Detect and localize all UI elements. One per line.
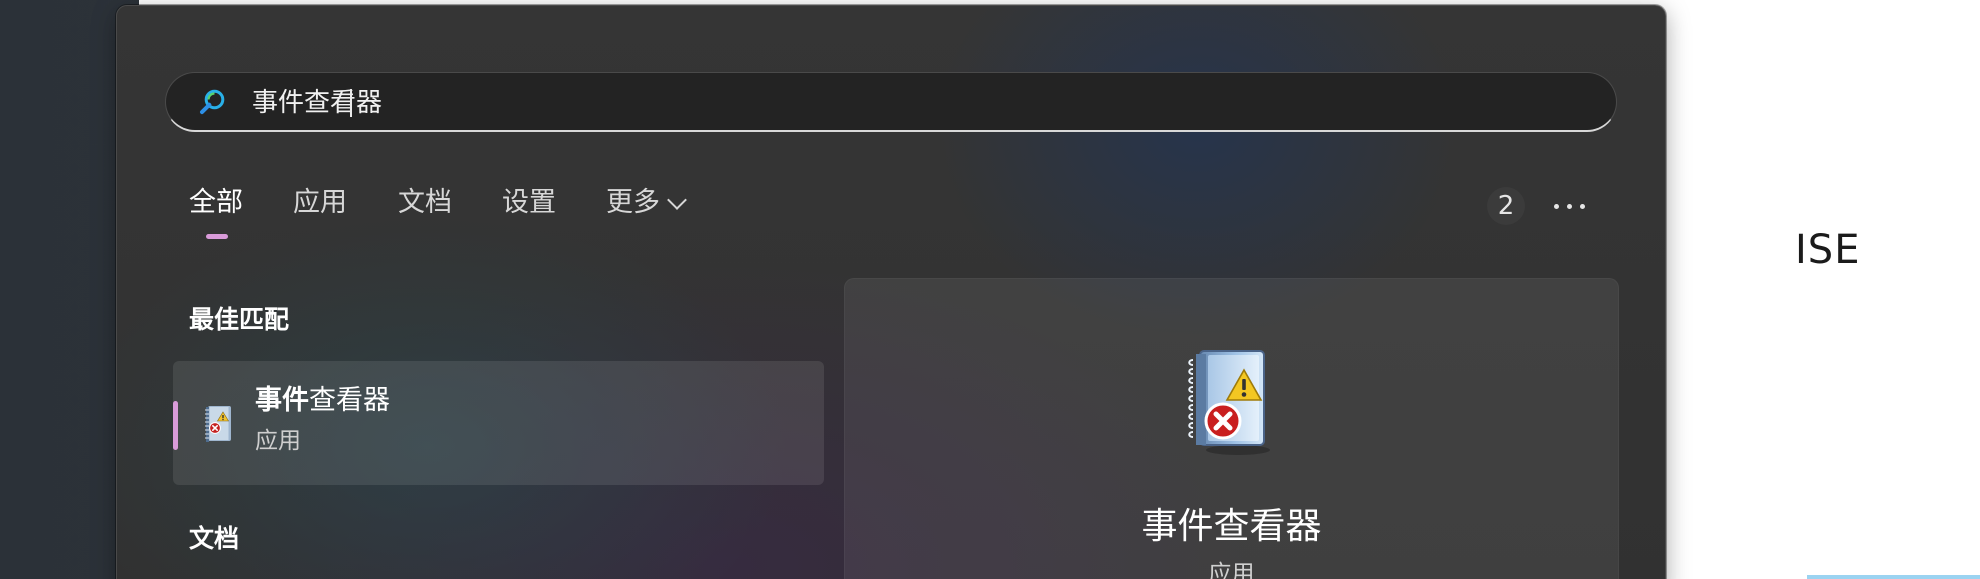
best-match-title-highlight: 事件 [255, 385, 309, 416]
search-filter-tabs: 全部 应用 文档 设置 更多 [189, 186, 789, 244]
more-options-icon [1567, 204, 1572, 209]
event-viewer-icon [1188, 350, 1270, 455]
details-subtitle: 应用 [1208, 561, 1255, 579]
documents-heading: 文档 [189, 524, 240, 553]
result-count-badge[interactable]: 2 [1487, 187, 1525, 225]
windows-search-flyout: 全部 应用 文档 设置 更多 2 最佳匹配 [116, 5, 1666, 579]
text-caret [350, 89, 352, 117]
search-icon [200, 89, 225, 115]
background-window-accent [1807, 575, 1980, 579]
best-match-heading: 最佳匹配 [189, 305, 290, 334]
background-window-text: ISE [1795, 227, 1861, 273]
best-match-subtitle: 应用 [255, 428, 301, 454]
more-options-icon [1554, 204, 1559, 209]
search-box[interactable] [165, 72, 1617, 132]
tab-settings[interactable]: 设置 [502, 186, 556, 220]
selection-indicator [173, 401, 178, 450]
chevron-down-icon [667, 190, 687, 210]
best-match-title-rest: 查看器 [309, 385, 390, 416]
best-match-result[interactable]: 事件查看器 应用 [173, 361, 824, 485]
tab-apps[interactable]: 应用 [293, 186, 347, 220]
search-input[interactable] [252, 86, 1572, 120]
tab-more-label: 更多 [606, 187, 660, 218]
best-match-title: 事件查看器 [255, 384, 390, 418]
tab-all-underline [206, 234, 228, 239]
more-options-icon [1580, 204, 1585, 209]
details-title: 事件查看器 [1141, 506, 1322, 547]
tab-all[interactable]: 全部 [189, 186, 243, 220]
more-options-button[interactable] [1550, 186, 1590, 226]
result-details-card: 事件查看器 应用 [844, 278, 1619, 579]
tab-documents[interactable]: 文档 [398, 186, 452, 220]
event-viewer-icon [205, 406, 231, 442]
tab-more[interactable]: 更多 [606, 186, 687, 220]
